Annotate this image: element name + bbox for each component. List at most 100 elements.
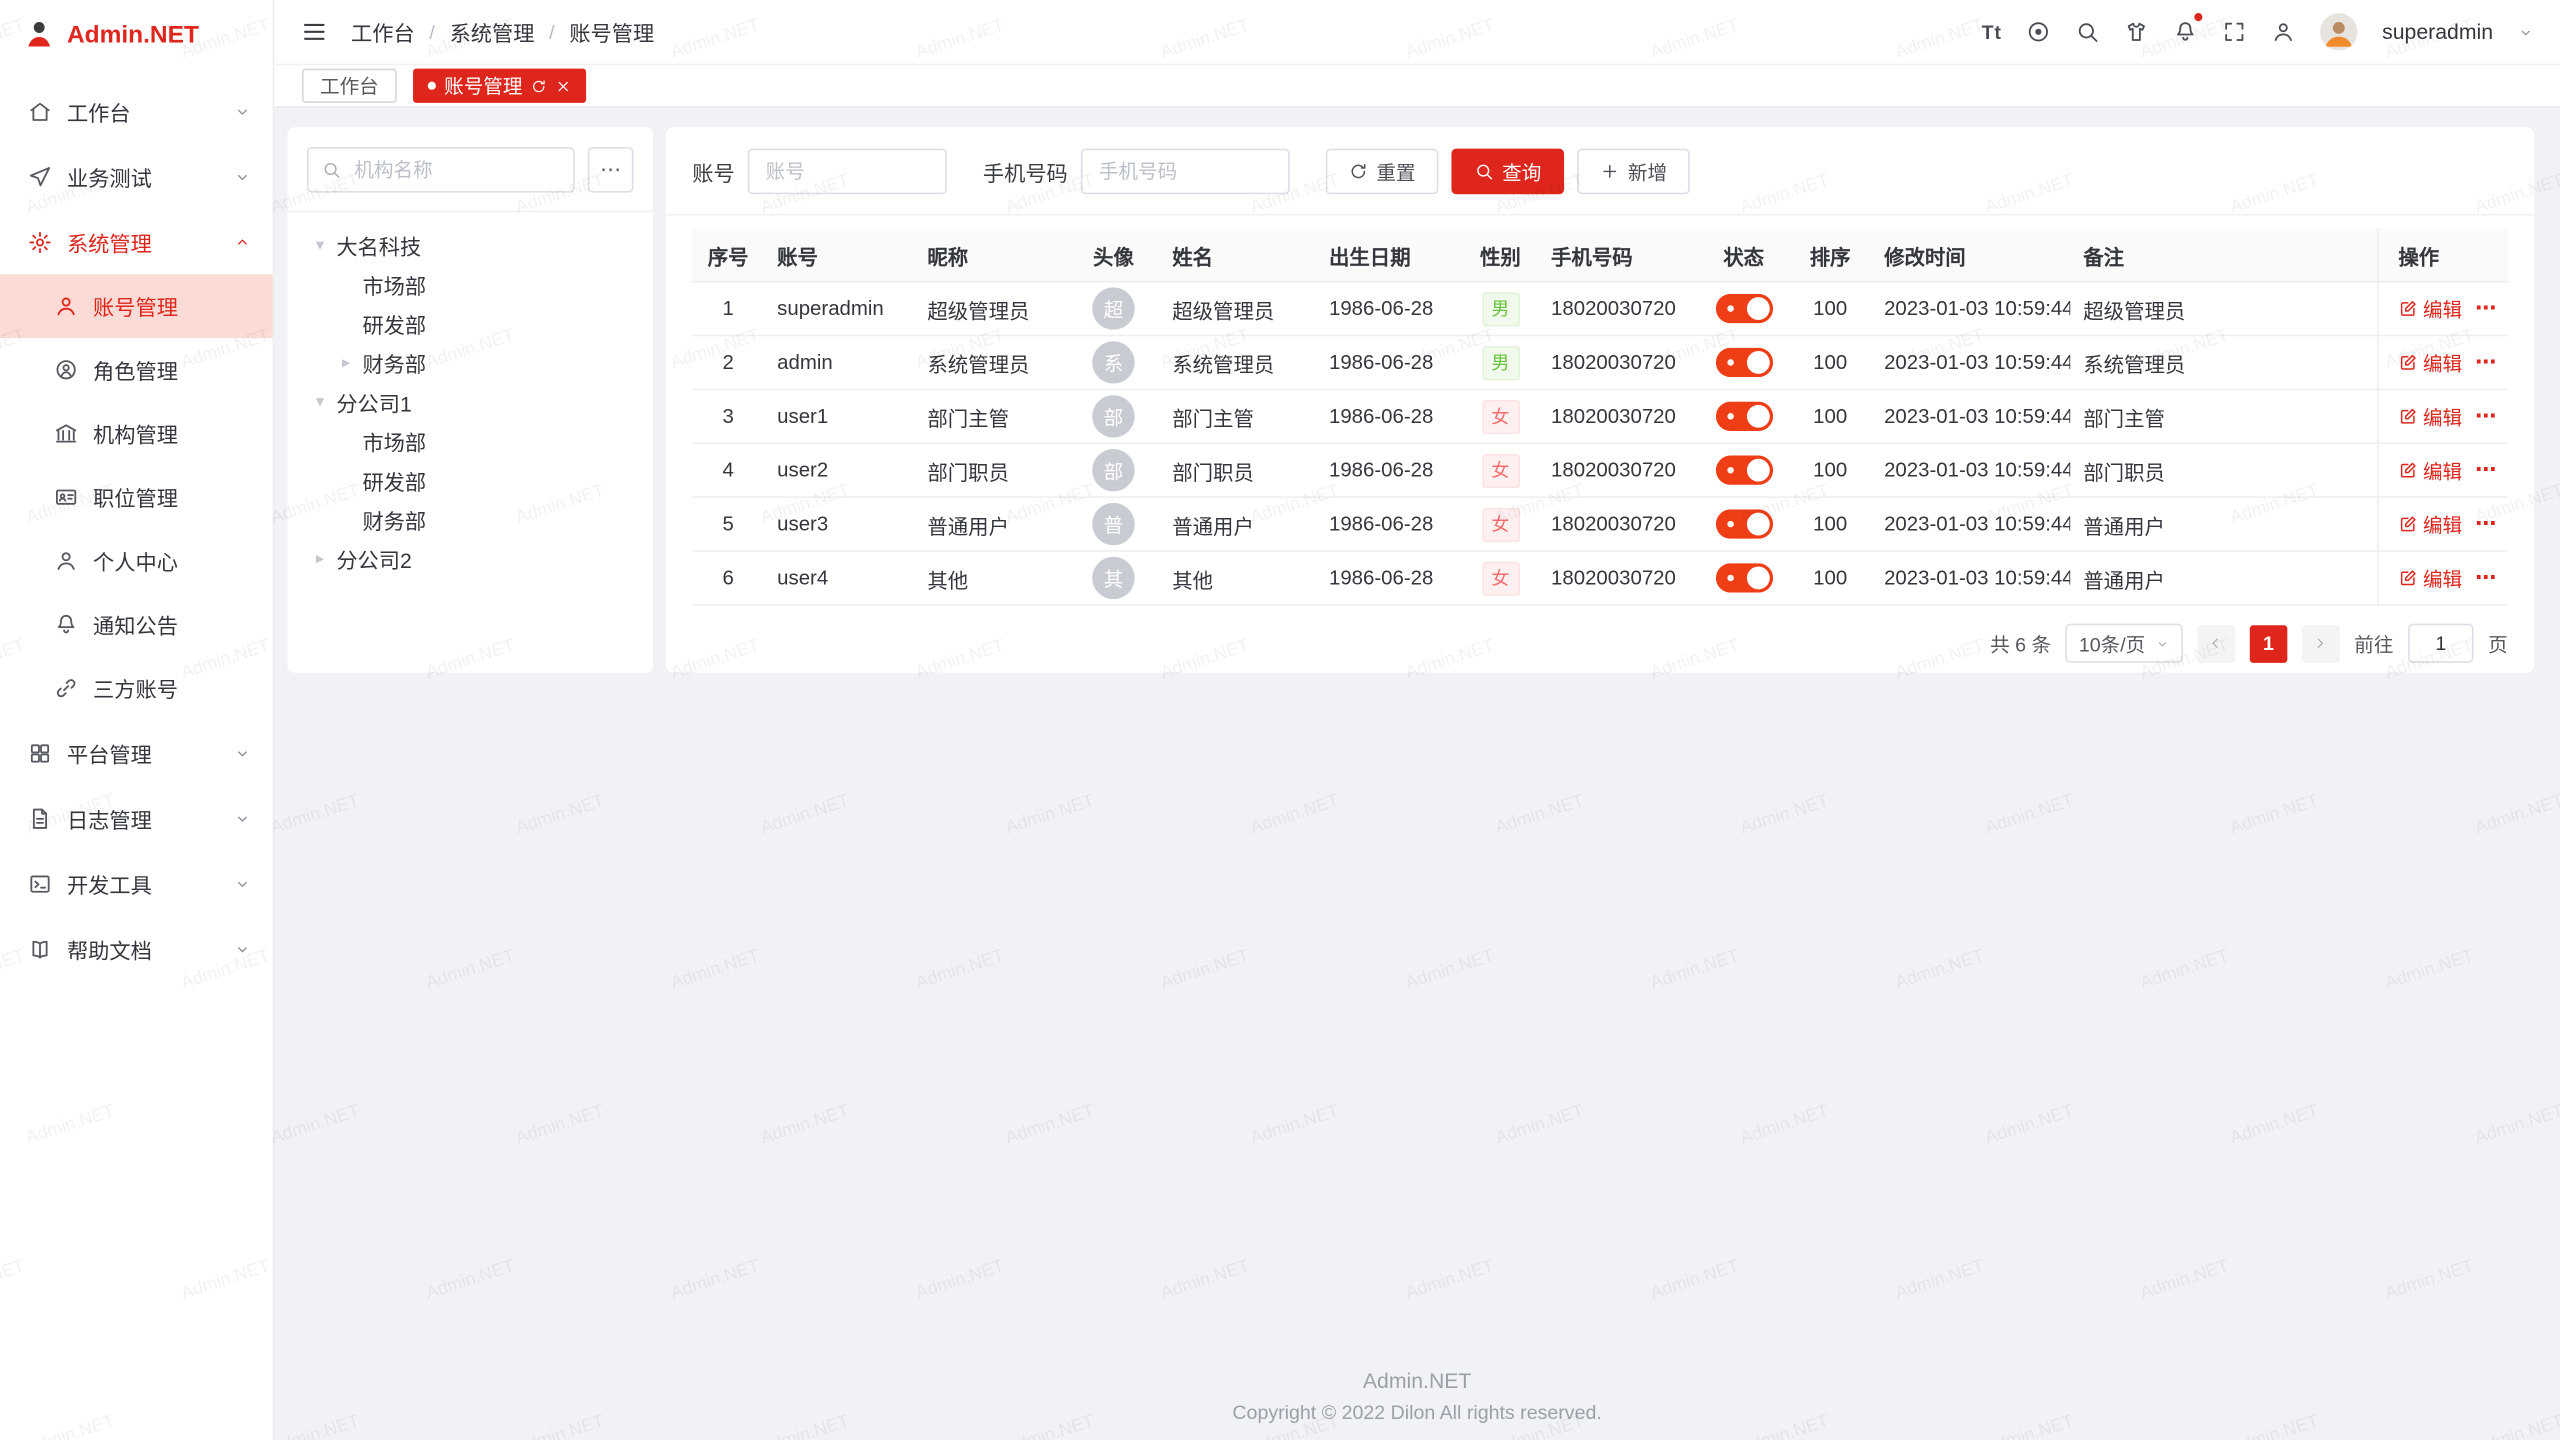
- tree-node[interactable]: 财务部: [307, 500, 634, 539]
- send-icon: [28, 164, 52, 188]
- status-toggle[interactable]: [1715, 348, 1772, 377]
- phone-input[interactable]: [1096, 158, 1276, 184]
- status-toggle[interactable]: [1715, 563, 1772, 592]
- tree-node[interactable]: ▾分公司1: [307, 382, 634, 421]
- pagination: 共 6 条 10条/页 1 前往 页: [692, 624, 2508, 663]
- user-avatar[interactable]: [2320, 13, 2358, 51]
- refresh-icon[interactable]: [531, 78, 547, 94]
- global-search-button[interactable]: [2075, 20, 2099, 44]
- username[interactable]: superadmin: [2382, 20, 2493, 44]
- tree-node[interactable]: ▸财务部: [307, 343, 634, 382]
- bell-icon: [2173, 20, 2197, 44]
- sidebar-item-system-management[interactable]: 系统管理: [0, 209, 273, 274]
- status-toggle[interactable]: [1715, 294, 1772, 323]
- edit-button[interactable]: 编辑: [2398, 456, 2462, 484]
- status-toggle[interactable]: [1715, 456, 1772, 485]
- close-icon[interactable]: [555, 78, 571, 94]
- table-row: 1 superadmin 超级管理员 超 超级管理员 1986-06-28 男 …: [692, 282, 2508, 336]
- cell-sort: 100: [1789, 513, 1871, 536]
- search-icon: [322, 160, 342, 180]
- cell-avatar: 部: [1068, 395, 1159, 437]
- edit-button[interactable]: 编辑: [2398, 295, 2462, 323]
- sidebar-item-org-management[interactable]: 机构管理: [0, 402, 273, 466]
- page-number-button[interactable]: 1: [2250, 624, 2288, 662]
- logo[interactable]: Admin.NET: [0, 0, 273, 69]
- active-tab-dot: [428, 82, 436, 90]
- sidebar: Admin.NET 工作台 业务测试 系统管理 账号管理: [0, 0, 274, 1440]
- more-actions-button[interactable]: ⋯: [2475, 457, 2496, 483]
- breadcrumb-item[interactable]: 系统管理: [450, 16, 535, 47]
- gender-badge: 女: [1482, 507, 1520, 541]
- more-actions-button[interactable]: ⋯: [2475, 296, 2496, 322]
- status-toggle[interactable]: [1715, 509, 1772, 538]
- edit-button[interactable]: 编辑: [2398, 564, 2462, 592]
- account-input[interactable]: [762, 158, 932, 184]
- sidebar-item-position-management[interactable]: 职位管理: [0, 465, 273, 529]
- notifications-button[interactable]: [2173, 20, 2197, 44]
- cell-nickname: 普通用户: [914, 509, 1067, 540]
- sidebar-item-notice[interactable]: 通知公告: [0, 593, 273, 657]
- chevron-down-icon: [233, 874, 251, 892]
- breadcrumb-item[interactable]: 工作台: [351, 16, 415, 47]
- font-size-button[interactable]: Tt: [1982, 20, 2002, 43]
- org-more-button[interactable]: ⋯: [588, 147, 634, 193]
- profile-button[interactable]: [2271, 20, 2295, 44]
- col-header: 备注: [2070, 239, 2377, 270]
- cell-phone: 18020030720: [1538, 405, 1698, 428]
- theme-button[interactable]: [2124, 20, 2148, 44]
- tree-node[interactable]: ▾大名科技: [307, 225, 634, 264]
- add-button[interactable]: 新增: [1577, 149, 1690, 195]
- sidebar-item-dev-tools[interactable]: 开发工具: [0, 851, 273, 916]
- page-size-select[interactable]: 10条/页: [2066, 624, 2183, 663]
- breadcrumb-item[interactable]: 账号管理: [569, 16, 654, 47]
- tree-node[interactable]: 市场部: [307, 264, 634, 303]
- user-icon: [2271, 20, 2295, 44]
- sidebar-item-help-docs[interactable]: 帮助文档: [0, 916, 273, 981]
- edit-button[interactable]: 编辑: [2398, 349, 2462, 377]
- next-page-button[interactable]: [2302, 624, 2340, 662]
- edit-button[interactable]: 编辑: [2398, 510, 2462, 538]
- grid-icon: [28, 740, 52, 764]
- more-actions-button[interactable]: ⋯: [2475, 403, 2496, 429]
- more-actions-button[interactable]: ⋯: [2475, 565, 2496, 591]
- caret-down-icon[interactable]: ▾: [310, 393, 330, 411]
- fullscreen-button[interactable]: [2222, 20, 2246, 44]
- sidebar-item-role-management[interactable]: 角色管理: [0, 338, 273, 402]
- tree-node[interactable]: 市场部: [307, 421, 634, 460]
- caret-right-icon[interactable]: ▸: [336, 353, 356, 371]
- tree-node[interactable]: ▸分公司2: [307, 539, 634, 578]
- sidebar-item-account-management[interactable]: 账号管理: [0, 274, 273, 338]
- cell-account: superadmin: [764, 297, 914, 320]
- org-search-input[interactable]: [351, 157, 560, 183]
- tree-node[interactable]: 研发部: [307, 304, 634, 343]
- caret-right-icon[interactable]: ▸: [310, 549, 330, 567]
- footer-copyright: Copyright © 2022 Dilon All rights reserv…: [274, 1401, 2560, 1424]
- edit-button[interactable]: 编辑: [2398, 402, 2462, 430]
- link-icon: [54, 676, 78, 700]
- sidebar-item-workbench[interactable]: 工作台: [0, 78, 273, 143]
- caret-down-icon[interactable]: ▾: [310, 236, 330, 254]
- search-button[interactable]: 查询: [1452, 149, 1565, 195]
- sidebar-item-log-management[interactable]: 日志管理: [0, 785, 273, 850]
- tab-workbench[interactable]: 工作台: [302, 69, 397, 103]
- component-size-button[interactable]: [2026, 20, 2050, 44]
- status-toggle[interactable]: [1715, 402, 1772, 431]
- more-actions-button[interactable]: ⋯: [2475, 349, 2496, 375]
- search-icon: [1474, 162, 1494, 182]
- prev-page-button[interactable]: [2198, 624, 2236, 662]
- goto-page-input[interactable]: [2408, 624, 2473, 663]
- sidebar-item-third-party-account[interactable]: 三方账号: [0, 656, 273, 720]
- more-actions-button[interactable]: ⋯: [2475, 511, 2496, 537]
- tree-node[interactable]: 研发部: [307, 460, 634, 499]
- reset-button[interactable]: 重置: [1326, 149, 1439, 195]
- tab-account-management[interactable]: 账号管理: [413, 69, 586, 103]
- cell-nickname: 超级管理员: [914, 293, 1067, 324]
- sidebar-item-personal-center[interactable]: 个人中心: [0, 529, 273, 593]
- sidebar-item-business-test[interactable]: 业务测试: [0, 144, 273, 209]
- chevron-down-icon: [233, 940, 251, 958]
- cell-index: 3: [692, 405, 764, 428]
- total-count: 共 6 条: [1990, 629, 2051, 657]
- gender-badge: 女: [1482, 399, 1520, 433]
- menu-icon[interactable]: [300, 18, 328, 46]
- sidebar-item-platform-management[interactable]: 平台管理: [0, 720, 273, 785]
